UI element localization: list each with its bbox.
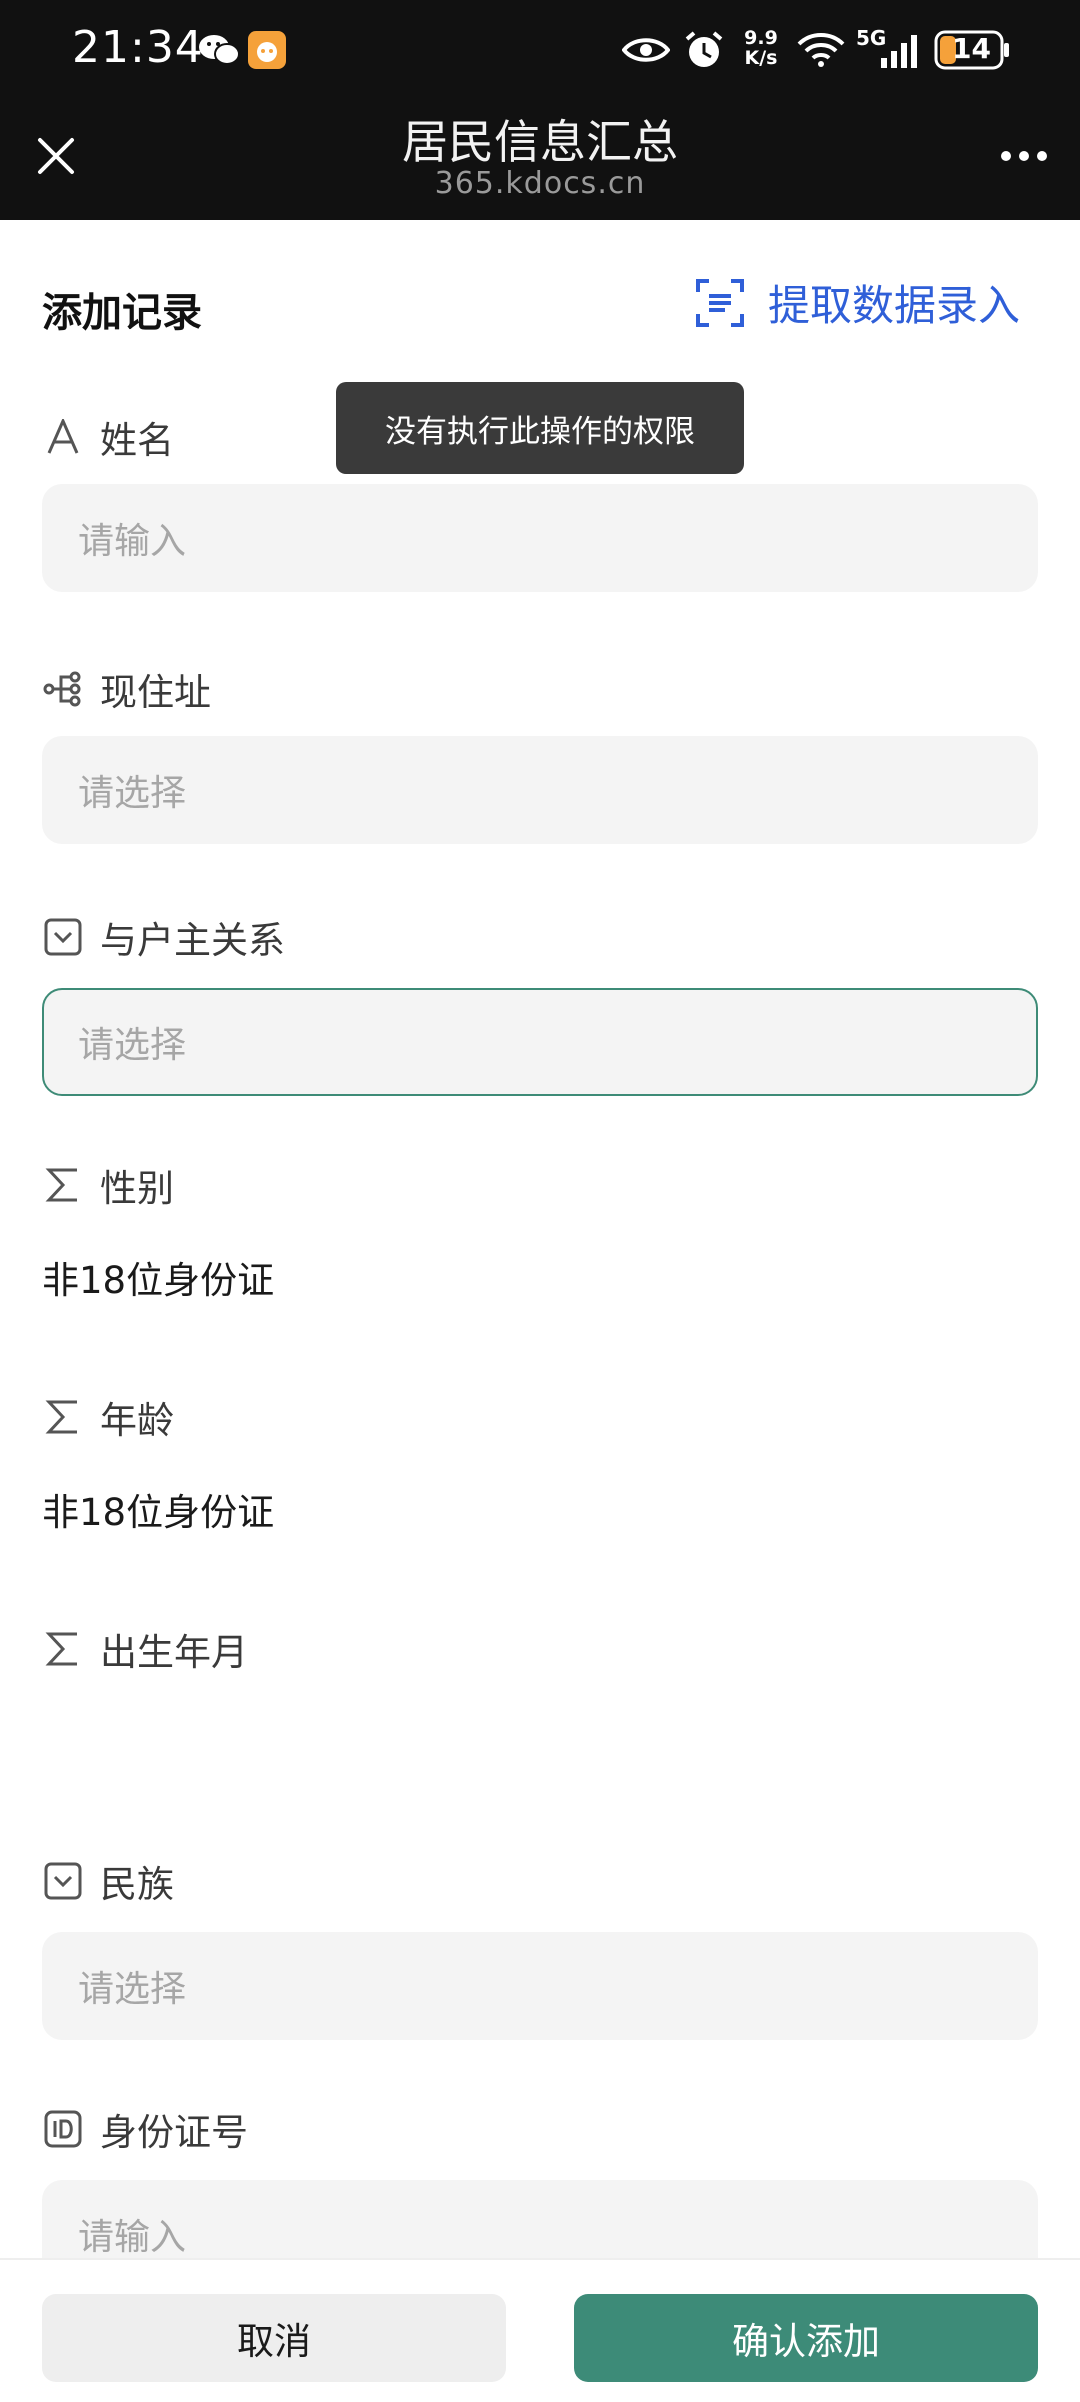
field-label-birth-month: 出生年月 (42, 1622, 248, 1676)
field-label-text: 现住址 (100, 671, 211, 714)
dropdown-select-icon (42, 1860, 84, 1902)
eye-icon (622, 30, 670, 70)
cancel-button[interactable]: 取消 (42, 2294, 506, 2382)
input-placeholder: 请输入 (78, 2217, 187, 2258)
relationship-select[interactable]: 请选择 (42, 988, 1038, 1096)
field-label-gender: 性别 (42, 1158, 174, 1212)
field-label-name: 姓名 (42, 410, 174, 464)
network-speed: 9.9 K/s (740, 28, 782, 68)
wifi-icon (796, 30, 846, 70)
form-title: 添加记录 (42, 290, 202, 336)
permission-toast: 没有执行此操作的权限 (336, 382, 744, 474)
network-speed-value: 9.9 (744, 27, 778, 49)
field-label-text: 性别 (100, 1167, 174, 1210)
more-dot-icon (1037, 151, 1047, 161)
age-value: 非18位身份证 (42, 1491, 275, 1534)
input-placeholder: 请选择 (78, 1969, 187, 2010)
bottom-action-bar: 取消 确认添加 (0, 2258, 1080, 2402)
field-label-id-number: 身份证号 (42, 2102, 248, 2156)
hierarchy-icon (42, 668, 84, 710)
field-label-text: 年龄 (100, 1399, 174, 1442)
extract-data-button[interactable]: 提取数据录入 (694, 272, 1020, 333)
page-title: 居民信息汇总 (402, 115, 678, 169)
confirm-add-button[interactable]: 确认添加 (574, 2294, 1038, 2382)
formula-sigma-icon (42, 1396, 84, 1438)
gender-value: 非18位身份证 (42, 1259, 275, 1302)
field-label-address: 现住址 (42, 662, 211, 716)
network-speed-unit: K/s (744, 47, 778, 69)
status-bar: 21:34 9.9 K/s 5G 14 (0, 0, 1080, 102)
battery-level: 14 (952, 32, 991, 65)
field-label-ethnicity: 民族 (42, 1854, 174, 1908)
formula-sigma-icon (42, 1628, 84, 1670)
alarm-icon (682, 30, 726, 70)
input-placeholder: 请选择 (78, 773, 187, 814)
cell-signal-icon (878, 30, 922, 70)
field-label-text: 身份证号 (100, 2111, 248, 2154)
field-label-age: 年龄 (42, 1390, 174, 1444)
more-dot-icon (1019, 151, 1029, 161)
field-label-text: 姓名 (100, 419, 174, 462)
text-type-icon (42, 416, 84, 458)
field-label-text: 民族 (100, 1863, 174, 1906)
formula-sigma-icon (42, 1164, 84, 1206)
wechat-icon (196, 30, 242, 70)
name-input[interactable]: 请输入 (42, 484, 1038, 592)
address-select[interactable]: 请选择 (42, 736, 1038, 844)
browser-header: 居民信息汇总 365.kdocs.cn (0, 102, 1080, 220)
add-record-form: 添加记录 提取数据录入 姓名 请输入 现住址 请选择 与户主关系 请选择 性别 … (0, 220, 1080, 2288)
more-dot-icon (1001, 151, 1011, 161)
field-label-text: 与户主关系 (100, 919, 285, 962)
input-placeholder: 请选择 (78, 1025, 187, 1066)
battery-icon: 14 (934, 30, 1010, 70)
input-placeholder: 请输入 (78, 521, 187, 562)
field-label-text: 出生年月 (100, 1631, 248, 1674)
id-card-icon (42, 2108, 84, 2150)
app-notification-icon (246, 30, 288, 70)
ethnicity-select[interactable]: 请选择 (42, 1932, 1038, 2040)
field-label-relationship: 与户主关系 (42, 910, 285, 964)
extract-data-label: 提取数据录入 (767, 281, 1020, 330)
scan-document-icon (694, 277, 746, 329)
page-url: 365.kdocs.cn (434, 166, 646, 201)
status-time: 21:34 (72, 22, 204, 73)
more-menu-button[interactable] (992, 126, 1056, 186)
dropdown-select-icon (42, 916, 84, 958)
